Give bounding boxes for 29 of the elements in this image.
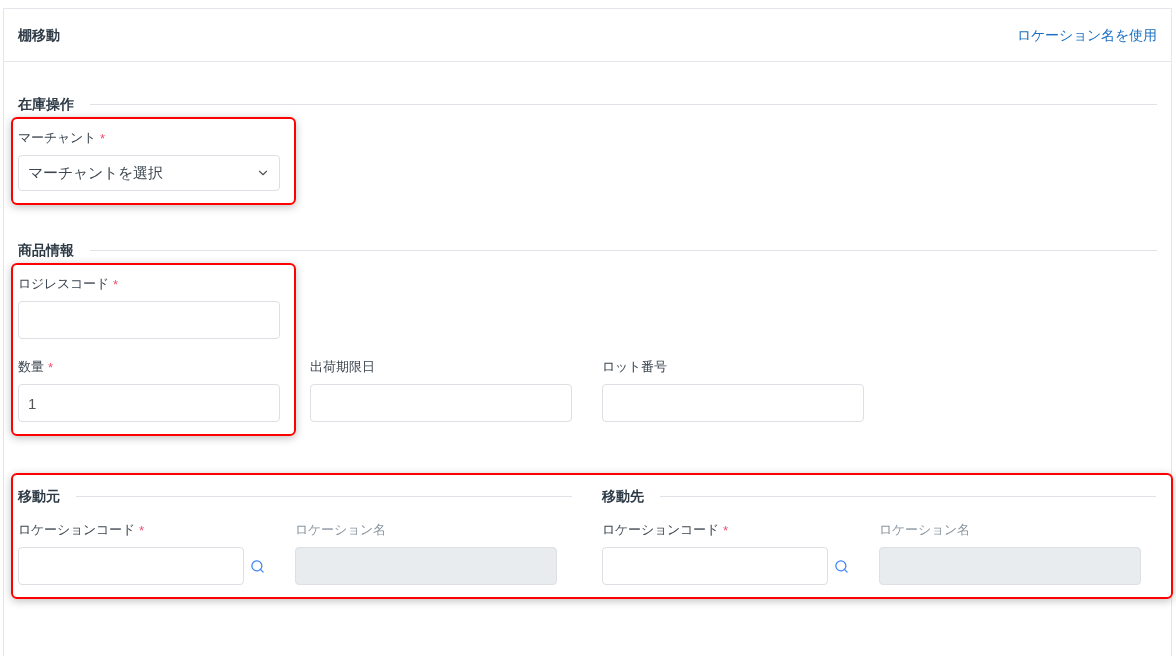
field-label: ロジレスコード: [18, 275, 109, 294]
section-heading: 商品情報: [18, 240, 74, 260]
required-mark: *: [48, 360, 54, 374]
merchant-select[interactable]: マーチャントを選択: [18, 155, 280, 191]
input-field[interactable]: [18, 547, 244, 585]
section-heading: 移動先: [602, 486, 644, 506]
input-field[interactable]: [602, 547, 828, 585]
input-field[interactable]: [602, 384, 864, 422]
required-mark: *: [139, 523, 145, 537]
input-field[interactable]: 1: [18, 384, 280, 422]
field-label: 出荷期限日: [310, 358, 375, 377]
field-label: ロケーションコード: [18, 521, 135, 540]
required-mark: *: [723, 523, 729, 537]
search-icon[interactable]: [250, 558, 265, 574]
required-mark: *: [113, 277, 119, 291]
field-label: 数量: [18, 358, 44, 377]
input-field[interactable]: [310, 384, 572, 422]
field-label: マーチャント: [18, 129, 96, 148]
field-label: ロケーション名: [295, 521, 386, 540]
page-title: 棚移動: [18, 25, 60, 45]
section-heading: 在庫操作: [18, 94, 74, 114]
input-field[interactable]: [18, 301, 280, 339]
section-heading: 移動元: [18, 486, 60, 506]
field-label: ロケーション名: [879, 521, 970, 540]
field-label: ロット番号: [602, 358, 667, 377]
search-icon[interactable]: [834, 558, 849, 574]
field-label: ロケーションコード: [602, 521, 719, 540]
required-mark: *: [100, 131, 106, 145]
use-location-name-link[interactable]: ロケーション名を使用: [1017, 24, 1157, 46]
